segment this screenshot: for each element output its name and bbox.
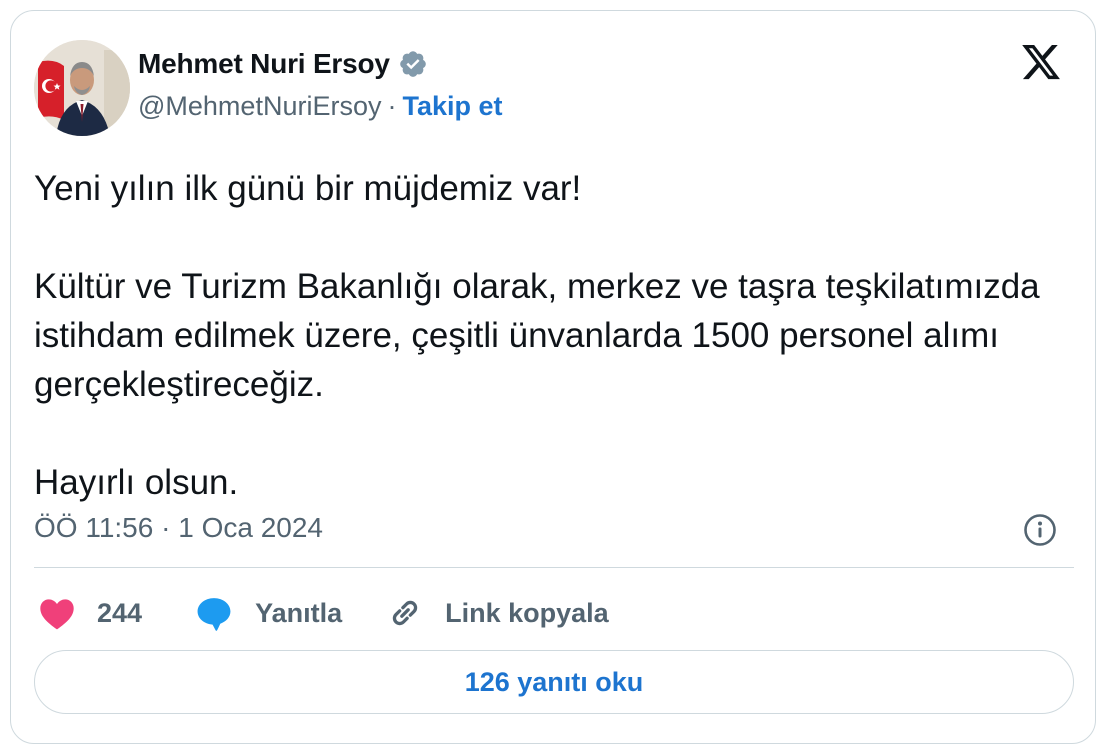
verified-badge-icon <box>399 51 426 77</box>
handle-row: @MehmetNuriErsoy · Takip et <box>138 91 503 122</box>
read-replies-button[interactable]: 126 yanıtı oku <box>34 650 1074 714</box>
author-name-row: Mehmet Nuri Ersoy <box>138 48 428 80</box>
author-avatar[interactable] <box>34 40 130 136</box>
author-handle[interactable]: @MehmetNuriErsoy <box>138 91 381 122</box>
action-bar: 244 Yanıtla Link kopyala <box>38 591 609 635</box>
heart-icon <box>40 599 74 630</box>
reply-label: Yanıtla <box>255 597 343 628</box>
author-name[interactable]: Mehmet Nuri Ersoy <box>138 48 390 80</box>
separator-dot: · <box>387 91 397 121</box>
follow-button[interactable]: Takip et <box>402 91 502 122</box>
tweet-text: Yeni yılın ilk günü bir müjdemiz var! Kü… <box>34 169 1040 502</box>
copy-link-button[interactable]: Link kopyala <box>387 595 609 631</box>
embedded-tweet-card: Mehmet Nuri Ersoy @MehmetNuriErsoy · Tak… <box>10 10 1096 744</box>
speech-bubble-icon <box>197 598 231 631</box>
info-icon[interactable] <box>1023 513 1057 547</box>
reply-button[interactable]: Yanıtla <box>195 595 342 631</box>
link-icon <box>392 600 418 626</box>
like-count: 244 <box>97 597 143 628</box>
copy-link-label: Link kopyala <box>445 597 609 628</box>
like-button[interactable]: 244 <box>38 596 142 630</box>
tweet-timestamp[interactable]: ÖÖ 11:56 · 1 Oca 2024 <box>34 512 323 544</box>
x-logo-icon[interactable] <box>1019 41 1063 83</box>
divider <box>34 567 1074 568</box>
